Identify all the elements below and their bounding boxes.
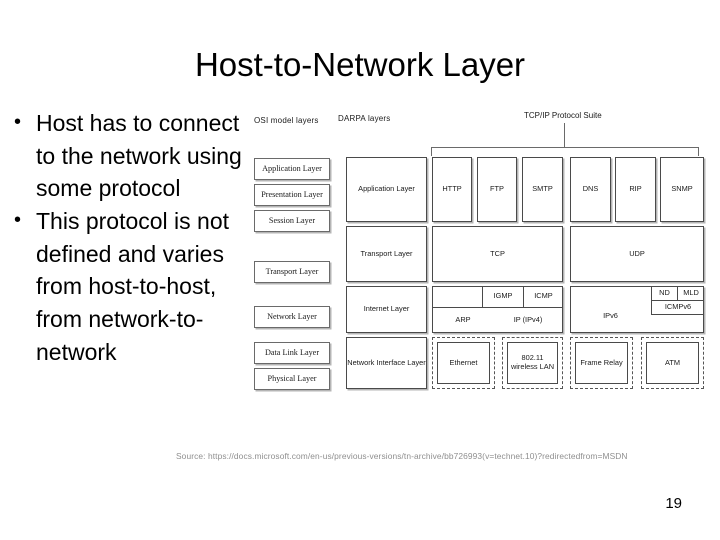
bracket-horizontal bbox=[431, 147, 699, 148]
osi-layer-datalink: Data Link Layer bbox=[254, 342, 330, 364]
protocol-icmp: ICMP bbox=[523, 286, 563, 308]
bullet-marker: • bbox=[14, 111, 22, 133]
protocol-tcp: TCP bbox=[432, 226, 563, 282]
protocol-http: HTTP bbox=[432, 157, 472, 222]
darpa-column-heading: DARPA layers bbox=[338, 114, 391, 123]
bullet-text: Host has to connect to the network using… bbox=[36, 110, 242, 202]
protocol-icmpv6: ICMPv6 bbox=[651, 301, 704, 315]
osi-layer-application: Application Layer bbox=[254, 158, 330, 180]
list-item: • This protocol is not defined and varie… bbox=[6, 205, 246, 368]
list-item: • Host has to connect to the network usi… bbox=[6, 107, 246, 205]
darpa-layer-network-interface: Network Interface Layer bbox=[346, 337, 427, 389]
network-interface-wifi: 802.11 wireless LAN bbox=[507, 342, 558, 384]
network-interface-framerelay-outline: Frame Relay bbox=[570, 337, 633, 389]
slide-number: 19 bbox=[665, 495, 682, 512]
bracket-tick-left bbox=[431, 147, 432, 156]
osi-column-heading: OSI model layers bbox=[254, 116, 319, 125]
network-interface-ethernet: Ethernet bbox=[437, 342, 490, 384]
protocol-ipv6: IPv6 bbox=[603, 311, 618, 321]
osi-layer-network: Network Layer bbox=[254, 306, 330, 328]
network-interface-atm: ATM bbox=[646, 342, 699, 384]
source-citation: Source: https://docs.microsoft.com/en-us… bbox=[176, 451, 628, 461]
bracket-stem bbox=[564, 123, 565, 147]
protocol-rip: RIP bbox=[615, 157, 656, 222]
ipv4-spacer bbox=[432, 286, 482, 308]
protocol-mld: MLD bbox=[677, 286, 704, 301]
protocol-nd: ND bbox=[651, 286, 677, 301]
bullet-text: This protocol is not defined and varies … bbox=[36, 207, 230, 365]
network-interface-atm-outline: ATM bbox=[641, 337, 704, 389]
darpa-layer-transport: Transport Layer bbox=[346, 226, 427, 282]
internet-ipv6-block: ND MLD ICMPv6 IPv6 bbox=[570, 286, 704, 333]
page-title: Host-to-Network Layer bbox=[194, 46, 526, 83]
osi-layer-physical: Physical Layer bbox=[254, 368, 330, 390]
network-interface-framerelay: Frame Relay bbox=[575, 342, 628, 384]
protocol-udp: UDP bbox=[570, 226, 704, 282]
bullet-list: • Host has to connect to the network usi… bbox=[6, 107, 246, 368]
osi-layer-transport: Transport Layer bbox=[254, 261, 330, 283]
protocol-arp: ARP bbox=[455, 314, 471, 324]
darpa-layer-application: Application Layer bbox=[346, 157, 427, 222]
protocol-smtp: SMTP bbox=[522, 157, 563, 222]
protocol-snmp: SNMP bbox=[660, 157, 704, 222]
protocol-ip: IP (IPv4) bbox=[513, 314, 543, 324]
protocol-igmp: IGMP bbox=[482, 286, 523, 308]
protocol-dns: DNS bbox=[570, 157, 611, 222]
protocol-suite-label: TCP/IP Protocol Suite bbox=[524, 111, 602, 120]
network-interface-wifi-outline: 802.11 wireless LAN bbox=[502, 337, 563, 389]
osi-layer-presentation: Presentation Layer bbox=[254, 184, 330, 206]
internet-ipv4-block: IGMP ICMP ARP IP (IPv4) bbox=[432, 286, 563, 333]
osi-layer-session: Session Layer bbox=[254, 210, 330, 232]
bullet-marker: • bbox=[14, 208, 22, 231]
darpa-layer-internet: Internet Layer bbox=[346, 286, 427, 333]
bracket-tick-right bbox=[698, 147, 699, 156]
tcpip-protocol-suite-diagram: OSI model layers DARPA layers TCP/IP Pro… bbox=[250, 108, 720, 393]
network-interface-ethernet-outline: Ethernet bbox=[432, 337, 495, 389]
protocol-ftp: FTP bbox=[477, 157, 517, 222]
